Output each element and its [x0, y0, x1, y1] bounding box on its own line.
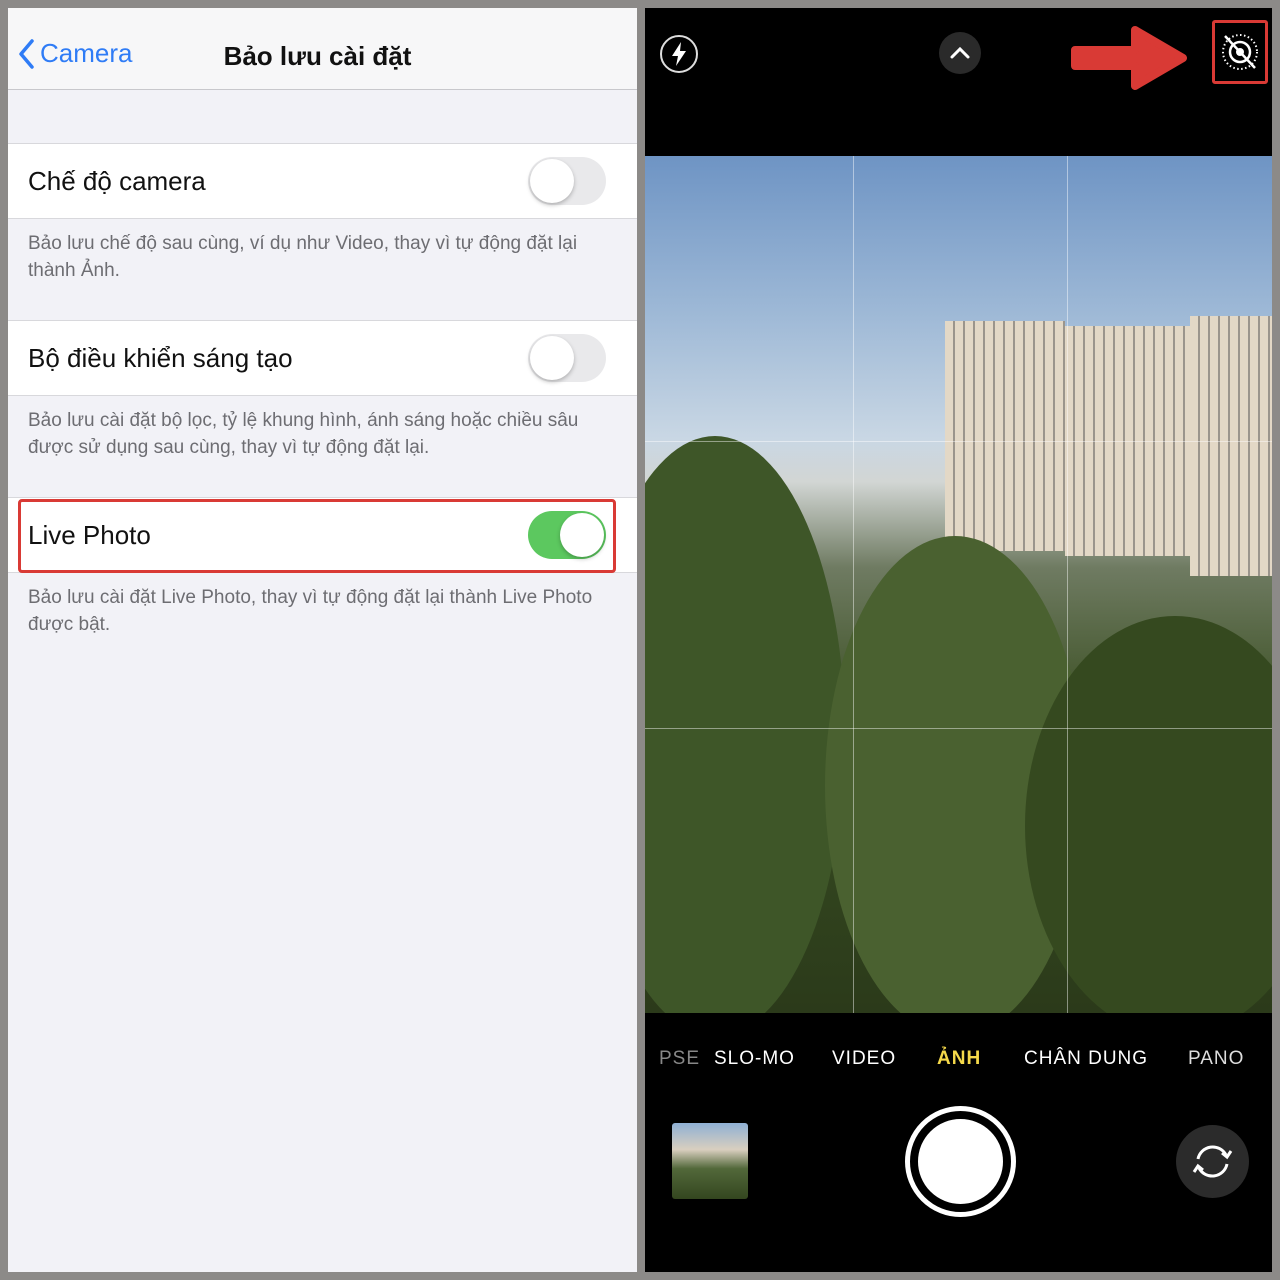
- row-camera-mode: Chế độ camera: [8, 143, 637, 219]
- row-description: Bảo lưu cài đặt bộ lọc, tỷ lệ khung hình…: [28, 410, 579, 458]
- shutter-button[interactable]: [905, 1106, 1016, 1217]
- camera-viewfinder[interactable]: [645, 156, 1272, 1013]
- row-label: Chế độ camera: [28, 166, 206, 196]
- red-arrow-icon: [1071, 26, 1187, 90]
- photo-thumbnail[interactable]: [672, 1123, 748, 1199]
- flash-icon: [672, 42, 686, 66]
- page-title: Bảo lưu cài đặt: [223, 41, 412, 71]
- nav-bar: Camera Bảo lưu cài đặt: [8, 8, 637, 90]
- flip-camera-button[interactable]: [1176, 1125, 1249, 1198]
- mode-selector: PSE SLO-MO VIDEO ẢNH CHÂN DUNG PANO: [645, 1048, 1272, 1078]
- live-photo-off-icon: [1222, 34, 1258, 70]
- row-creative-controls: Bộ điều khiển sáng tạo: [8, 320, 637, 396]
- mode-photo[interactable]: ẢNH: [937, 1048, 981, 1070]
- row-description: Bảo lưu chế độ sau cùng, ví dụ như Video…: [28, 233, 578, 281]
- camera-mode-toggle[interactable]: [528, 157, 606, 205]
- mode-pano[interactable]: PANO: [1188, 1048, 1244, 1070]
- live-photo-button[interactable]: [1212, 20, 1268, 84]
- chevron-up-icon: [950, 46, 970, 59]
- camera-panel: PSE SLO-MO VIDEO ẢNH CHÂN DUNG PANO: [645, 8, 1272, 1272]
- mode-video[interactable]: VIDEO: [832, 1048, 896, 1070]
- expand-controls-button[interactable]: [939, 32, 981, 74]
- flash-button[interactable]: [660, 35, 698, 73]
- mode-portrait[interactable]: CHÂN DUNG: [1024, 1048, 1148, 1070]
- mode-slo-mo[interactable]: SLO-MO: [714, 1048, 795, 1070]
- mode-timelapse[interactable]: PSE: [659, 1048, 700, 1070]
- flip-camera-icon: [1192, 1145, 1233, 1178]
- row-label: Bộ điều khiển sáng tạo: [28, 343, 293, 373]
- settings-panel: Camera Bảo lưu cài đặt Chế độ camera Bảo…: [8, 8, 637, 1272]
- row-description: Bảo lưu cài đặt Live Photo, thay vì tự đ…: [28, 587, 593, 635]
- creative-controls-toggle[interactable]: [528, 334, 606, 382]
- highlight-box: [18, 499, 616, 573]
